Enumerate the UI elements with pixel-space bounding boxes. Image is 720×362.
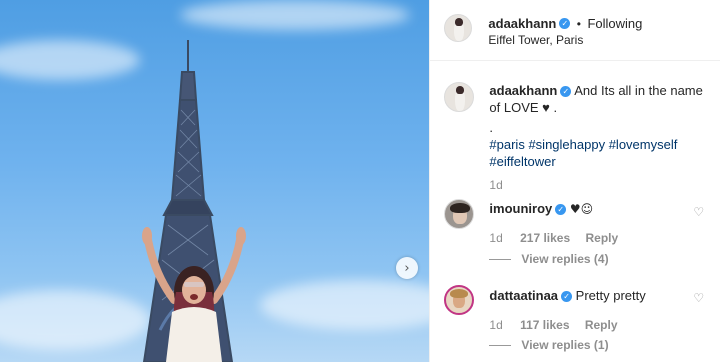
following-button[interactable]: Following [587, 16, 642, 31]
post-caption: adaakhann ✓ And Its all in the name of LO… [489, 82, 709, 170]
hashtag-link[interactable]: #singlehappy [528, 137, 605, 152]
view-replies-button[interactable]: View replies (4) [489, 252, 609, 266]
author-username[interactable]: adaakhann [488, 16, 556, 31]
post-location[interactable]: Eiffel Tower, Paris [488, 33, 583, 47]
eiffel-tower-and-woman-illustration [142, 40, 246, 362]
comment-text: Pretty pretty [575, 288, 646, 303]
caption-time: 1d [489, 178, 503, 192]
reply-button[interactable]: Reply [586, 231, 619, 245]
verified-badge-icon: ✓ [559, 18, 571, 30]
hashtag-link[interactable]: #eiffeltower [489, 154, 555, 169]
comment-username[interactable]: dattaatinaa [489, 288, 558, 303]
hashtag-link[interactable]: #lovemyself [609, 137, 678, 152]
comment-username[interactable]: imouniroy [489, 201, 552, 216]
post-header: adaakhann ✓ • Following Eiffel Tower, Par… [430, 0, 720, 61]
chevron-right-icon: › [404, 260, 410, 276]
verified-badge-icon: ✓ [561, 291, 573, 303]
commenter-avatar[interactable] [444, 285, 475, 315]
verified-badge-icon: ✓ [555, 204, 567, 216]
instagram-post-view: › adaakhann ✓ • Following Eiffel Tower, P… [0, 0, 720, 362]
hashtag-link[interactable]: #paris [489, 137, 524, 152]
caption-text-line1: And Its all in the name [574, 83, 703, 98]
comment-meta: 1d 217 likes Reply [489, 231, 618, 245]
commenter-avatar[interactable] [444, 199, 475, 229]
comment-2: dattaatinaa ✓ Pretty pretty [489, 288, 645, 303]
caption-dot-line: . [489, 120, 494, 135]
heart-icon: ♥ [542, 100, 550, 115]
caption-period: . [553, 100, 558, 115]
comment-time: 1d [489, 318, 503, 332]
heart-outline-icon[interactable]: ♡ [693, 205, 704, 219]
heart-outline-icon[interactable]: ♡ [693, 291, 704, 305]
comment-time: 1d [489, 231, 503, 245]
author-avatar[interactable] [444, 14, 473, 42]
dot-separator: • [576, 17, 581, 31]
header-user-line: adaakhann ✓ • Following [488, 15, 642, 33]
post-details-panel: adaakhann ✓ • Following Eiffel Tower, Par… [429, 0, 720, 362]
reply-button[interactable]: Reply [585, 318, 618, 332]
comment-meta: 1d 117 likes Reply [489, 318, 617, 332]
comment-likes[interactable]: 117 likes [520, 318, 569, 332]
comment-text: ♥☺ [569, 202, 594, 216]
view-replies-button[interactable]: View replies (1) [489, 338, 609, 352]
comment-1: imouniroy ✓ ♥☺ [489, 201, 593, 216]
caption-username[interactable]: adaakhann [489, 83, 557, 98]
next-photo-button[interactable]: › [396, 257, 418, 279]
post-photo[interactable]: › [0, 0, 430, 362]
caption-author-avatar[interactable] [444, 82, 475, 112]
caption-text-line2: of LOVE [489, 100, 539, 115]
comment-likes[interactable]: 217 likes [520, 231, 570, 245]
verified-badge-icon: ✓ [560, 86, 572, 98]
